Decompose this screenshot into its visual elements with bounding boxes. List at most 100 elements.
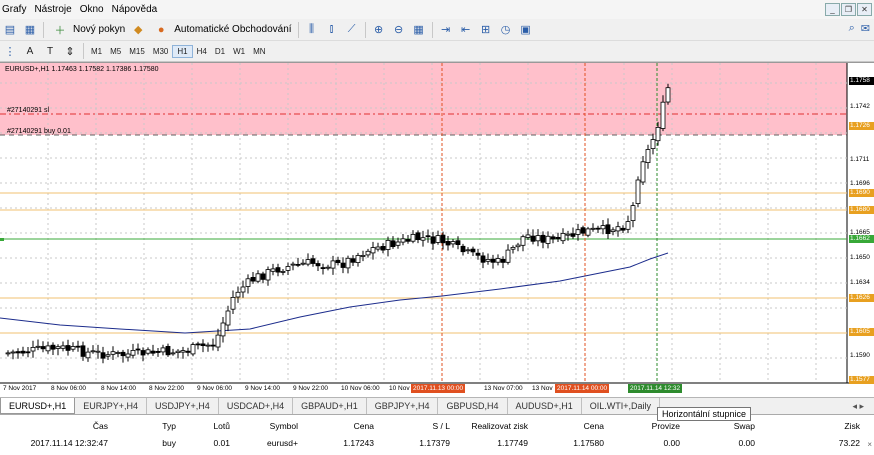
timeframe-d1[interactable]: D1 [211, 46, 229, 57]
restore-icon[interactable]: ❐ [841, 3, 856, 16]
candle-body [110, 351, 116, 355]
close-order-icon[interactable]: × [867, 440, 872, 449]
menu-nastroje[interactable]: Nástroje [34, 4, 79, 15]
cell-lots: 0.01 [213, 438, 230, 448]
menu-grafy[interactable]: Grafy [0, 4, 34, 15]
candle-body [540, 234, 546, 243]
tabs-scroll-icon[interactable]: ◂ ▸ [852, 401, 864, 412]
close-icon[interactable]: ✕ [857, 3, 872, 16]
bar-chart-icon[interactable]: ⫼ [305, 23, 319, 37]
chart-canvas[interactable] [0, 63, 874, 398]
search-icon[interactable]: ⌕ [849, 22, 855, 35]
timeframe-m30[interactable]: M30 [149, 46, 173, 57]
templates-icon[interactable]: ▣ [519, 23, 533, 37]
timeframe-m15[interactable]: M15 [125, 46, 149, 57]
candle-body [500, 258, 506, 263]
candle-body [25, 351, 31, 354]
col-header-tp[interactable]: Realizovat zisk [458, 421, 528, 431]
chart-shift-icon[interactable]: ⇤ [459, 23, 473, 37]
tab-usdcad-h4[interactable]: USDCAD+,H4 [219, 398, 294, 414]
candle-body [435, 235, 441, 243]
candle-body [415, 232, 421, 241]
candle-body [310, 258, 316, 264]
tab-audusd-h1[interactable]: AUDUSD+,H1 [508, 398, 582, 414]
price-chart[interactable]: EURUSD+,H1 1.17463 1.17582 1.17386 1.175… [0, 62, 874, 397]
periods-icon[interactable]: ◷ [499, 23, 513, 37]
candle-body [440, 234, 446, 244]
timeframe-m1[interactable]: M1 [87, 46, 106, 57]
col-header-open-price[interactable]: Cena [330, 421, 374, 431]
candle-body [130, 349, 136, 356]
tab-eurusd-h1[interactable]: EURUSD+,H1 [0, 398, 76, 414]
candle-body [520, 236, 526, 246]
candle-body [410, 233, 416, 242]
price-label-level: 1.1690 [849, 189, 874, 197]
candlestick-icon[interactable]: ⫾ [325, 23, 339, 37]
chat-icon[interactable]: ✉ [861, 22, 870, 35]
cell-profit: 73.22 [838, 438, 860, 448]
time-label: 9 Nov 06:00 [197, 385, 233, 392]
metaeditor-icon[interactable]: ◆ [131, 23, 145, 37]
text-icon[interactable]: A [23, 44, 37, 58]
candle-body [155, 350, 161, 353]
arrows-icon[interactable]: ⇕ [63, 44, 77, 58]
window-controls: _ ❐ ✕ [825, 3, 872, 16]
grid-icon[interactable]: ⋮ [3, 44, 17, 58]
candle-body [170, 352, 176, 355]
menu-okno[interactable]: Okno [80, 4, 112, 15]
text-label-icon[interactable]: T [43, 44, 57, 58]
col-header-commission[interactable]: Provize [630, 421, 680, 431]
new-order-label: Nový pokyn [73, 24, 126, 35]
tab-usdjpy-h4[interactable]: USDJPY+,H4 [147, 398, 219, 414]
col-header-lots[interactable]: Lotů [196, 421, 230, 431]
new-chart-icon[interactable]: ▤ [3, 23, 17, 37]
timeframe-h1[interactable]: H1 [172, 44, 193, 58]
candle-body [355, 255, 361, 263]
zoom-out-icon[interactable]: ⊖ [392, 23, 406, 37]
zoom-in-icon[interactable]: ⊕ [372, 23, 386, 37]
tab-eurjpy-h4[interactable]: EURJPY+,H4 [75, 398, 148, 414]
candle-body [75, 345, 81, 348]
profiles-icon[interactable]: ▦ [23, 23, 37, 37]
menu-napoveda[interactable]: Nápověda [112, 4, 166, 15]
auto-trading-button[interactable]: ● Automatické Obchodování [148, 23, 294, 37]
candle-body [495, 258, 501, 263]
timeframe-m5[interactable]: M5 [106, 46, 125, 57]
candle-body [275, 267, 281, 273]
candle-body [430, 236, 436, 244]
col-header-price[interactable]: Cena [560, 421, 604, 431]
col-header-swap[interactable]: Swap [715, 421, 755, 431]
col-header-time[interactable]: Čas [60, 421, 108, 431]
candle-body [160, 347, 166, 353]
candle-body [375, 246, 381, 250]
tab-gbpaud-h1[interactable]: GBPAUD+,H1 [293, 398, 367, 414]
price-label-level: 1.1680 [849, 206, 874, 214]
chart-symbol-header: EURUSD+,H1 1.17463 1.17582 1.17386 1.175… [5, 66, 159, 73]
tab-gbpjpy-h4[interactable]: GBPJPY+,H4 [367, 398, 439, 414]
tab-oil-wti-daily[interactable]: OIL.WTI+,Daily [582, 398, 661, 414]
autoscroll-icon[interactable]: ⇥ [439, 23, 453, 37]
minimize-icon[interactable]: _ [825, 3, 840, 16]
candle-body [5, 352, 11, 355]
line-chart-icon[interactable]: ⟋ [345, 23, 359, 37]
new-order-button[interactable]: ＋ Nový pokyn [47, 23, 128, 37]
col-header-symbol[interactable]: Symbol [250, 421, 298, 431]
time-label-separator: 2017.11.13 00:00 [411, 384, 466, 393]
candle-body [260, 273, 266, 280]
col-header-type[interactable]: Typ [140, 421, 176, 431]
indicators-icon[interactable]: ⊞ [479, 23, 493, 37]
candle-body [45, 345, 51, 352]
timeframe-w1[interactable]: W1 [229, 46, 249, 57]
candle-body [565, 233, 571, 236]
timeframe-h4[interactable]: H4 [193, 46, 211, 57]
candle-body [465, 249, 471, 252]
price-label: 1.1634 [850, 279, 870, 286]
col-header-profit[interactable]: Zisk [820, 421, 860, 431]
col-header-sl[interactable]: S / L [420, 421, 450, 431]
table-row[interactable]: 2017.11.14 12:32:47 buy 0.01 eurusd+ 1.1… [0, 438, 874, 451]
tile-windows-icon[interactable]: ▦ [412, 23, 426, 37]
candle-body [420, 237, 426, 241]
timeframe-mn[interactable]: MN [249, 46, 269, 57]
candle-body [545, 235, 551, 244]
tab-gbpusd-h4[interactable]: GBPUSD,H4 [438, 398, 508, 414]
